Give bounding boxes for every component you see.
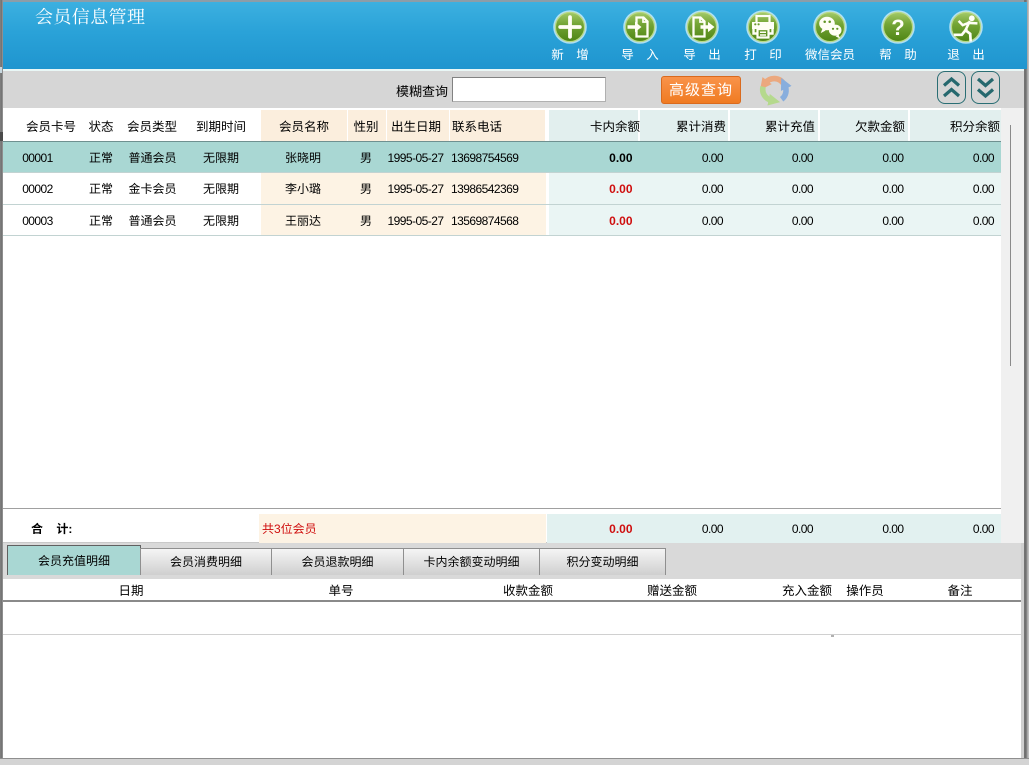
svg-text:?: ? <box>891 15 904 40</box>
